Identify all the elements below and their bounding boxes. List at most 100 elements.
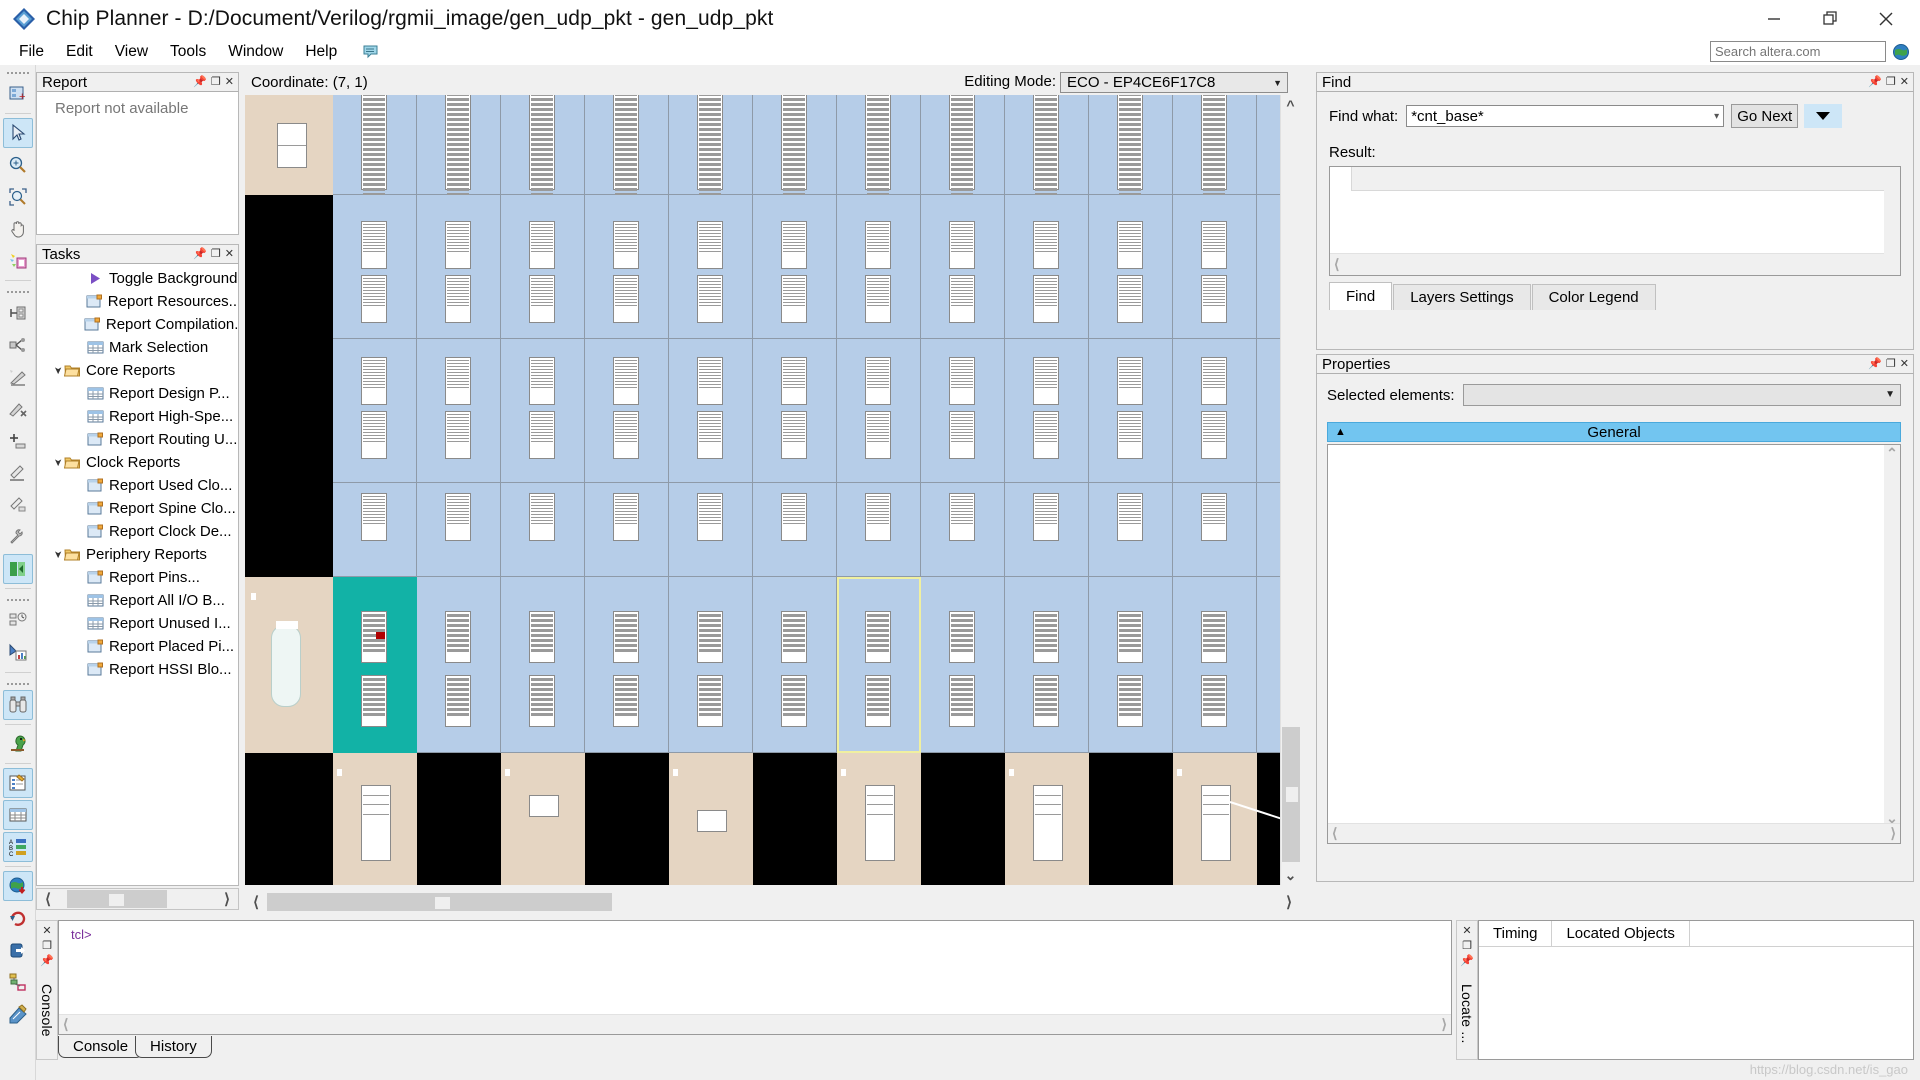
toggle-background-icon[interactable] bbox=[2, 554, 33, 584]
tab-timing[interactable]: Timing bbox=[1479, 921, 1553, 946]
task-item-core-reports[interactable]: ➤ Core Reports bbox=[37, 359, 238, 382]
scroll-up-icon[interactable]: ⌃ bbox=[1882, 445, 1902, 462]
io-pin-box[interactable] bbox=[361, 785, 391, 861]
task-item-report-all-i-o-b[interactable]: Report All I/O B... bbox=[37, 589, 238, 612]
task-item-report-clock-de[interactable]: Report Clock De... bbox=[37, 520, 238, 543]
lab-cell[interactable] bbox=[1257, 339, 1280, 483]
task-item-clock-reports[interactable]: ➤ Clock Reports bbox=[37, 451, 238, 474]
chip-canvas[interactable] bbox=[245, 95, 1280, 885]
edit-connection-icon[interactable] bbox=[3, 458, 33, 488]
scroll-left-icon[interactable]: ⟨ bbox=[59, 1016, 72, 1033]
tab-find[interactable]: Find bbox=[1329, 282, 1393, 310]
menu-window[interactable]: Window bbox=[217, 41, 294, 63]
pin-icon[interactable]: 📌 bbox=[1868, 358, 1882, 370]
canvas-vertical-scrollbar[interactable]: ^ ⌄ bbox=[1280, 95, 1300, 885]
float-icon[interactable]: ❐ bbox=[1462, 940, 1472, 953]
io-pin-box[interactable] bbox=[529, 795, 559, 817]
scroll-left-icon[interactable]: ⟨ bbox=[37, 890, 59, 908]
close-icon[interactable]: ✕ bbox=[225, 76, 234, 88]
task-item-report-hssi-blo[interactable]: Report HSSI Blo... bbox=[37, 658, 238, 681]
locate-side-tab[interactable]: ✕ ❐ 📌 Locate ... bbox=[1456, 920, 1478, 1060]
float-icon[interactable]: ❐ bbox=[211, 76, 221, 88]
properties-icon[interactable] bbox=[2, 768, 33, 798]
tasks-horizontal-scrollbar[interactable]: ⟨ ⟩ bbox=[36, 888, 239, 910]
highlight-routing-icon[interactable] bbox=[3, 246, 33, 276]
task-item-report-resources[interactable]: Report Resources... bbox=[37, 290, 238, 313]
search-input[interactable] bbox=[1710, 41, 1886, 62]
pin-icon[interactable]: 📌 bbox=[1868, 76, 1882, 88]
export-icon[interactable] bbox=[3, 935, 33, 965]
console-side-tab[interactable]: ✕ ❐ 📌 Console bbox=[36, 920, 58, 1060]
io-pin-box[interactable] bbox=[697, 810, 727, 832]
general-section-header[interactable]: ▲ General bbox=[1327, 422, 1901, 442]
io-pin-box[interactable] bbox=[865, 785, 895, 861]
canvas-horizontal-scrollbar[interactable]: ⟨ ⟩ bbox=[245, 890, 1300, 913]
task-item-report-compilation[interactable]: Report Compilation... bbox=[37, 313, 238, 336]
close-icon[interactable]: ✕ bbox=[42, 925, 51, 938]
tab-color-legend[interactable]: Color Legend bbox=[1531, 284, 1656, 310]
task-item-periphery-reports[interactable]: ➤ Periphery Reports bbox=[37, 543, 238, 566]
toolbar-grip[interactable] bbox=[6, 680, 29, 687]
color-legend-icon[interactable]: ABC bbox=[2, 832, 33, 862]
task-item-mark-selection[interactable]: Mark Selection bbox=[37, 336, 238, 359]
find-what-input[interactable]: *cnt_base* ▾ bbox=[1406, 105, 1725, 127]
selected-elements-select[interactable]: ▼ bbox=[1462, 384, 1901, 406]
float-icon[interactable]: ❐ bbox=[1886, 358, 1896, 370]
notes-icon[interactable] bbox=[362, 43, 379, 60]
chevron-down-icon[interactable]: ▾ bbox=[1714, 111, 1719, 122]
new-chip-view-icon[interactable]: + bbox=[3, 79, 33, 109]
chevron-down-icon[interactable]: ➤ bbox=[52, 364, 63, 377]
find-result-table[interactable]: ⟨ bbox=[1329, 166, 1901, 276]
pin-icon[interactable]: 📌 bbox=[193, 76, 207, 88]
globe-download-icon[interactable] bbox=[2, 871, 33, 901]
result-table-body[interactable] bbox=[1330, 191, 1884, 243]
close-icon[interactable]: ✕ bbox=[1462, 925, 1471, 938]
close-icon[interactable]: ✕ bbox=[225, 248, 234, 260]
pll-block[interactable] bbox=[271, 625, 301, 707]
scroll-thumb[interactable] bbox=[267, 892, 612, 911]
maximize-restore-button[interactable] bbox=[1802, 2, 1858, 36]
general-section-body[interactable]: ⌃ ⌄ ⟨ ⟩ bbox=[1327, 444, 1901, 844]
zoom-area-icon[interactable] bbox=[3, 182, 33, 212]
clear-path-icon[interactable] bbox=[3, 394, 33, 424]
hierarchy-icon[interactable] bbox=[3, 967, 33, 997]
pan-hand-icon[interactable] bbox=[3, 214, 33, 244]
toolbar-grip[interactable] bbox=[6, 288, 29, 295]
pin-icon[interactable]: 📌 bbox=[40, 955, 54, 968]
scroll-right-icon[interactable]: ⟩ bbox=[1887, 825, 1900, 842]
io-pin-box[interactable] bbox=[1201, 785, 1231, 861]
report-chart-icon[interactable] bbox=[3, 638, 33, 668]
scroll-up-icon[interactable]: ^ bbox=[1281, 95, 1301, 115]
chevron-down-icon[interactable]: ➤ bbox=[52, 456, 63, 469]
io-bank-cell[interactable] bbox=[501, 753, 585, 885]
table-report-icon[interactable] bbox=[2, 800, 33, 830]
create-node-icon[interactable] bbox=[3, 426, 33, 456]
refresh-icon[interactable] bbox=[3, 903, 33, 933]
task-item-report-routing-u[interactable]: Report Routing U... bbox=[37, 428, 238, 451]
editing-mode-select[interactable]: ECO - EP4CE6F17C8 ▼ bbox=[1060, 72, 1288, 93]
task-item-report-pins[interactable]: Report Pins... bbox=[37, 566, 238, 589]
repair-tool-icon[interactable] bbox=[3, 522, 33, 552]
float-icon[interactable]: ❐ bbox=[211, 248, 221, 260]
general-vertical-scrollbar[interactable]: ⌃ ⌄ bbox=[1884, 445, 1900, 827]
scroll-thumb[interactable] bbox=[67, 890, 167, 908]
float-icon[interactable]: ❐ bbox=[42, 940, 52, 953]
scroll-right-icon[interactable]: ⟩ bbox=[216, 890, 238, 908]
io-pin-box[interactable] bbox=[1033, 785, 1063, 861]
zoom-in-icon[interactable] bbox=[3, 150, 33, 180]
toolbar-grip[interactable] bbox=[6, 596, 29, 603]
scroll-track[interactable] bbox=[59, 889, 216, 909]
fan-out-icon[interactable] bbox=[3, 330, 33, 360]
task-item-report-spine-clo[interactable]: Report Spine Clo... bbox=[37, 497, 238, 520]
task-item-report-placed-pi[interactable]: Report Placed Pi... bbox=[37, 635, 238, 658]
select-pointer-icon[interactable] bbox=[2, 118, 33, 148]
globe-icon[interactable] bbox=[1892, 43, 1910, 61]
menu-tools[interactable]: Tools bbox=[159, 41, 217, 63]
task-item-report-high-spe[interactable]: Report High-Spe... bbox=[37, 405, 238, 428]
result-vertical-scrollbar[interactable] bbox=[1884, 167, 1900, 275]
tab-history[interactable]: History bbox=[135, 1036, 212, 1058]
result-horizontal-scrollbar[interactable]: ⟨ bbox=[1330, 253, 1884, 275]
scroll-track[interactable] bbox=[1281, 115, 1301, 865]
report-resources-icon[interactable] bbox=[3, 606, 33, 636]
delete-connection-icon[interactable] bbox=[3, 490, 33, 520]
